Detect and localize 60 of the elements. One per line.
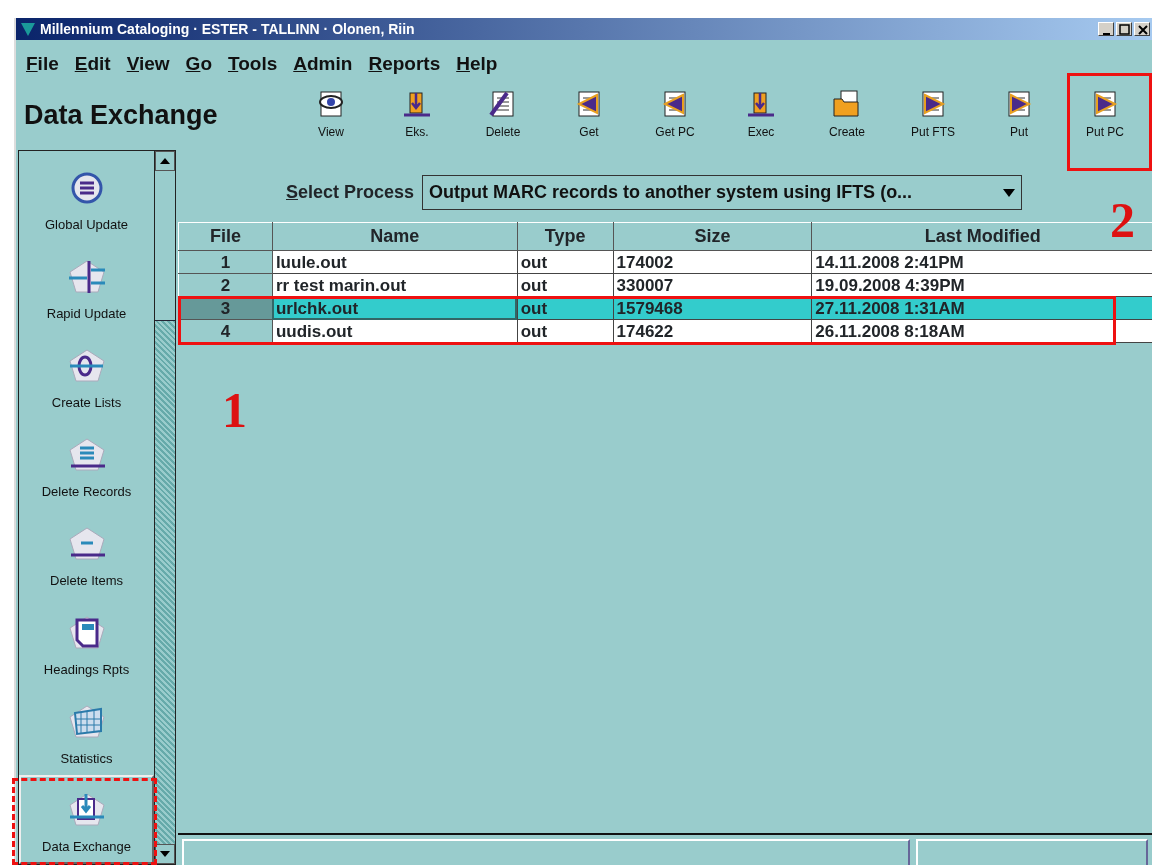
toolbar-button[interactable]: Put FTS bbox=[890, 82, 976, 142]
table-row[interactable]: 1 luule.out out 174002 14.11.2008 2:41PM bbox=[178, 250, 1152, 274]
sidebar-item[interactable]: Create Lists bbox=[19, 329, 154, 419]
field-label: Select Process bbox=[286, 181, 415, 204]
table-row[interactable]: 4 uudis.out out 174622 26.11.2008 8:18AM bbox=[178, 319, 1152, 343]
sidebar-item[interactable]: Headings Rpts bbox=[19, 596, 154, 686]
menu-item[interactable]: Help bbox=[456, 50, 498, 79]
scrollbar[interactable] bbox=[154, 151, 175, 864]
table-cell: 19.09.2008 4:39PM bbox=[811, 273, 1152, 297]
scroll-thumb[interactable] bbox=[155, 171, 175, 321]
table-cell: 174002 bbox=[613, 250, 812, 274]
column-header[interactable]: Name bbox=[272, 222, 518, 251]
menu-item[interactable]: Edit bbox=[74, 50, 111, 79]
menu-item[interactable]: Reports bbox=[368, 50, 441, 79]
column-header[interactable]: Size bbox=[613, 222, 812, 251]
menu-item[interactable]: Go bbox=[185, 50, 212, 79]
table-cell: 2 bbox=[178, 273, 273, 297]
toolbar-button[interactable]: Delete bbox=[460, 82, 546, 142]
table-cell: 1 bbox=[178, 250, 273, 274]
close-icon[interactable] bbox=[1134, 22, 1150, 36]
process-dropdown[interactable]: Output MARC records to another system using IFTS (o... bbox=[422, 175, 1023, 210]
menu-item[interactable]: Tools bbox=[228, 50, 278, 79]
scroll-up-icon[interactable] bbox=[155, 151, 175, 171]
scroll-down-icon[interactable] bbox=[155, 844, 175, 864]
toolbar-button[interactable]: Exec bbox=[718, 82, 804, 142]
table-cell: 14.11.2008 2:41PM bbox=[811, 250, 1152, 274]
logo-icon bbox=[20, 21, 36, 37]
toolbar-button[interactable]: Eks. bbox=[374, 82, 460, 142]
window-title: Millennium Cataloging · ESTER - TALLINN · Olonen, Riin bbox=[40, 19, 415, 39]
toolbar-button[interactable]: Get bbox=[546, 82, 632, 142]
toolbar-button[interactable]: Put bbox=[976, 82, 1062, 142]
menu-item[interactable]: File bbox=[26, 50, 59, 79]
maximize-icon[interactable] bbox=[1116, 22, 1132, 36]
menu-item[interactable]: View bbox=[126, 50, 170, 79]
sidebar-item[interactable]: Data Exchange bbox=[19, 774, 154, 864]
table-cell: rr test marin.out bbox=[272, 273, 518, 297]
table-cell: 330007 bbox=[613, 273, 812, 297]
toolbar-button[interactable]: Put PC bbox=[1062, 82, 1148, 142]
sidebar-item[interactable]: Delete Items bbox=[19, 507, 154, 597]
table-cell: 174622 bbox=[613, 319, 812, 343]
sidebar-item[interactable]: Statistics bbox=[19, 685, 154, 775]
column-header[interactable]: File bbox=[178, 222, 273, 251]
toolbar-button[interactable]: Create bbox=[804, 82, 890, 142]
list-arrow-icon bbox=[66, 436, 107, 474]
table-row[interactable]: 2 rr test marin.out out 330007 19.09.2008 4:39PM bbox=[178, 273, 1152, 297]
toolbar-button[interactable]: View bbox=[288, 82, 374, 142]
table-cell: luule.out bbox=[272, 250, 518, 274]
column-header[interactable]: Type bbox=[517, 222, 614, 251]
toolbar-button[interactable]: Get PC bbox=[632, 82, 718, 142]
sidebar-item[interactable]: Rapid Update bbox=[19, 240, 154, 330]
minimize-icon[interactable] bbox=[1098, 22, 1114, 36]
sidebar-item[interactable]: Delete Records bbox=[19, 418, 154, 508]
table-row[interactable]: 3 urlchk.out out 1579468 27.11.2008 1:31AM bbox=[178, 296, 1152, 320]
table-cell: 26.11.2008 8:18AM bbox=[811, 319, 1152, 343]
table-cell: uudis.out bbox=[272, 319, 518, 343]
dropdown-caret-icon bbox=[1003, 188, 1016, 197]
page-title: Data Exchange bbox=[23, 98, 219, 132]
sidebar-item[interactable]: Global Update bbox=[19, 151, 154, 241]
annotation-number: 1 bbox=[222, 385, 247, 435]
menu-item[interactable]: Admin bbox=[293, 50, 353, 79]
